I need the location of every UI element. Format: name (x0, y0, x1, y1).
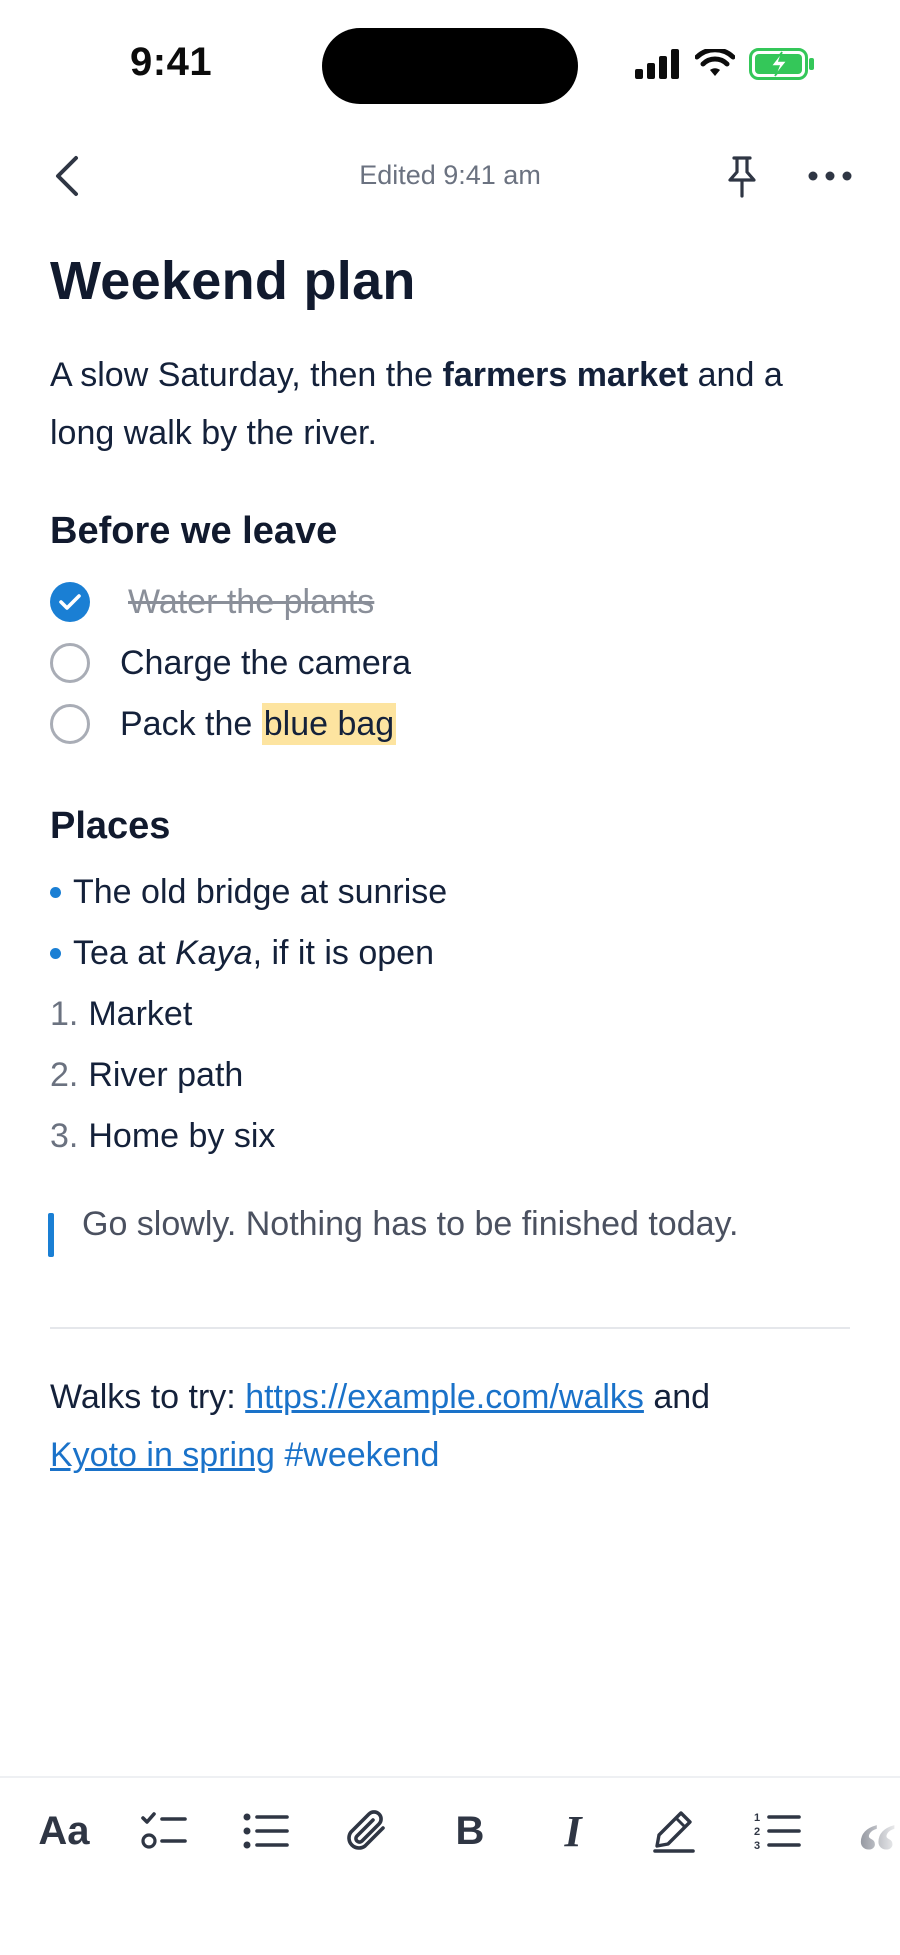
attachment-icon[interactable] (338, 1802, 396, 1860)
checklist-icon[interactable] (135, 1802, 193, 1860)
italic-text: Kaya (175, 933, 253, 972)
pin-icon[interactable] (722, 152, 762, 200)
numbered-item[interactable]: 1. Market (50, 986, 192, 1042)
bullet-dot-icon (50, 947, 61, 959)
places-heading: Places (50, 805, 171, 847)
walks-link[interactable]: https://example.com/walks (245, 1378, 644, 1416)
text-style-icon[interactable]: Aa (35, 1802, 93, 1860)
checkbox-unchecked-icon[interactable] (50, 704, 90, 744)
block-quote[interactable]: Go slowly. Nothing has to be finished to… (82, 1205, 738, 1244)
bullet-item[interactable]: Tea at Kaya, if it is open (50, 925, 434, 981)
checklist-item[interactable]: Water the plants (50, 578, 374, 626)
edited-timestamp: Edited 9:41 am (359, 160, 541, 190)
checkbox-unchecked-icon[interactable] (50, 643, 90, 683)
bullet-dot-icon (50, 886, 61, 898)
links-paragraph: Walks to try: https://example.com/walks … (50, 1378, 711, 1474)
bold-icon[interactable]: B (441, 1802, 499, 1860)
status-time: 9:41 (130, 40, 213, 84)
intro-paragraph[interactable]: A slow Saturday, then the farmers market… (50, 346, 850, 462)
more-options-icon[interactable] (806, 158, 854, 194)
highlighted-text: blue bag (261, 702, 397, 745)
bullet-list-icon[interactable] (237, 1802, 295, 1860)
dynamic-island (322, 28, 578, 104)
checklist-heading: Before we leave (50, 510, 338, 552)
list-number: 2. (50, 1055, 79, 1094)
checklist-item-label: Water the plants (128, 582, 375, 621)
list-number: 1. (50, 994, 79, 1033)
list-number: 3. (50, 1116, 79, 1155)
italic-icon[interactable]: I (544, 1802, 602, 1860)
checklist-item[interactable]: Pack the blue bag (50, 700, 397, 748)
numbered-list-icon[interactable]: 1 2 3 (748, 1802, 806, 1860)
checklist-item[interactable]: Charge the camera (50, 639, 411, 687)
kyoto-link[interactable]: Kyoto in spring (50, 1436, 275, 1474)
checklist-item-label: Pack the blue bag (120, 702, 397, 745)
quote-bar (48, 1213, 54, 1257)
checkbox-checked-icon[interactable] (50, 582, 90, 622)
formatting-toolbar: Aa B I 1 2 3 “ (0, 1778, 900, 1894)
checklist-item-label: Charge the camera (120, 643, 412, 682)
hashtag[interactable]: #weekend (284, 1436, 439, 1474)
horizontal-divider (50, 1327, 850, 1329)
svg-text:2: 2 (754, 1826, 760, 1838)
note-title[interactable]: Weekend plan (50, 250, 416, 312)
bold-text: farmers market (442, 356, 689, 394)
bullet-item[interactable]: The old bridge at sunrise (50, 864, 447, 920)
quote-icon[interactable]: “ (848, 1813, 900, 1893)
battery-charging-icon (749, 48, 814, 80)
numbered-item[interactable]: 2. River path (50, 1047, 243, 1103)
cellular-signal-icon (635, 49, 679, 79)
status-icons (635, 44, 815, 84)
highlight-icon[interactable] (645, 1802, 703, 1860)
svg-text:3: 3 (754, 1840, 760, 1852)
wifi-icon (695, 49, 735, 76)
svg-text:1: 1 (754, 1812, 760, 1824)
numbered-item[interactable]: 3. Home by six (50, 1108, 275, 1164)
